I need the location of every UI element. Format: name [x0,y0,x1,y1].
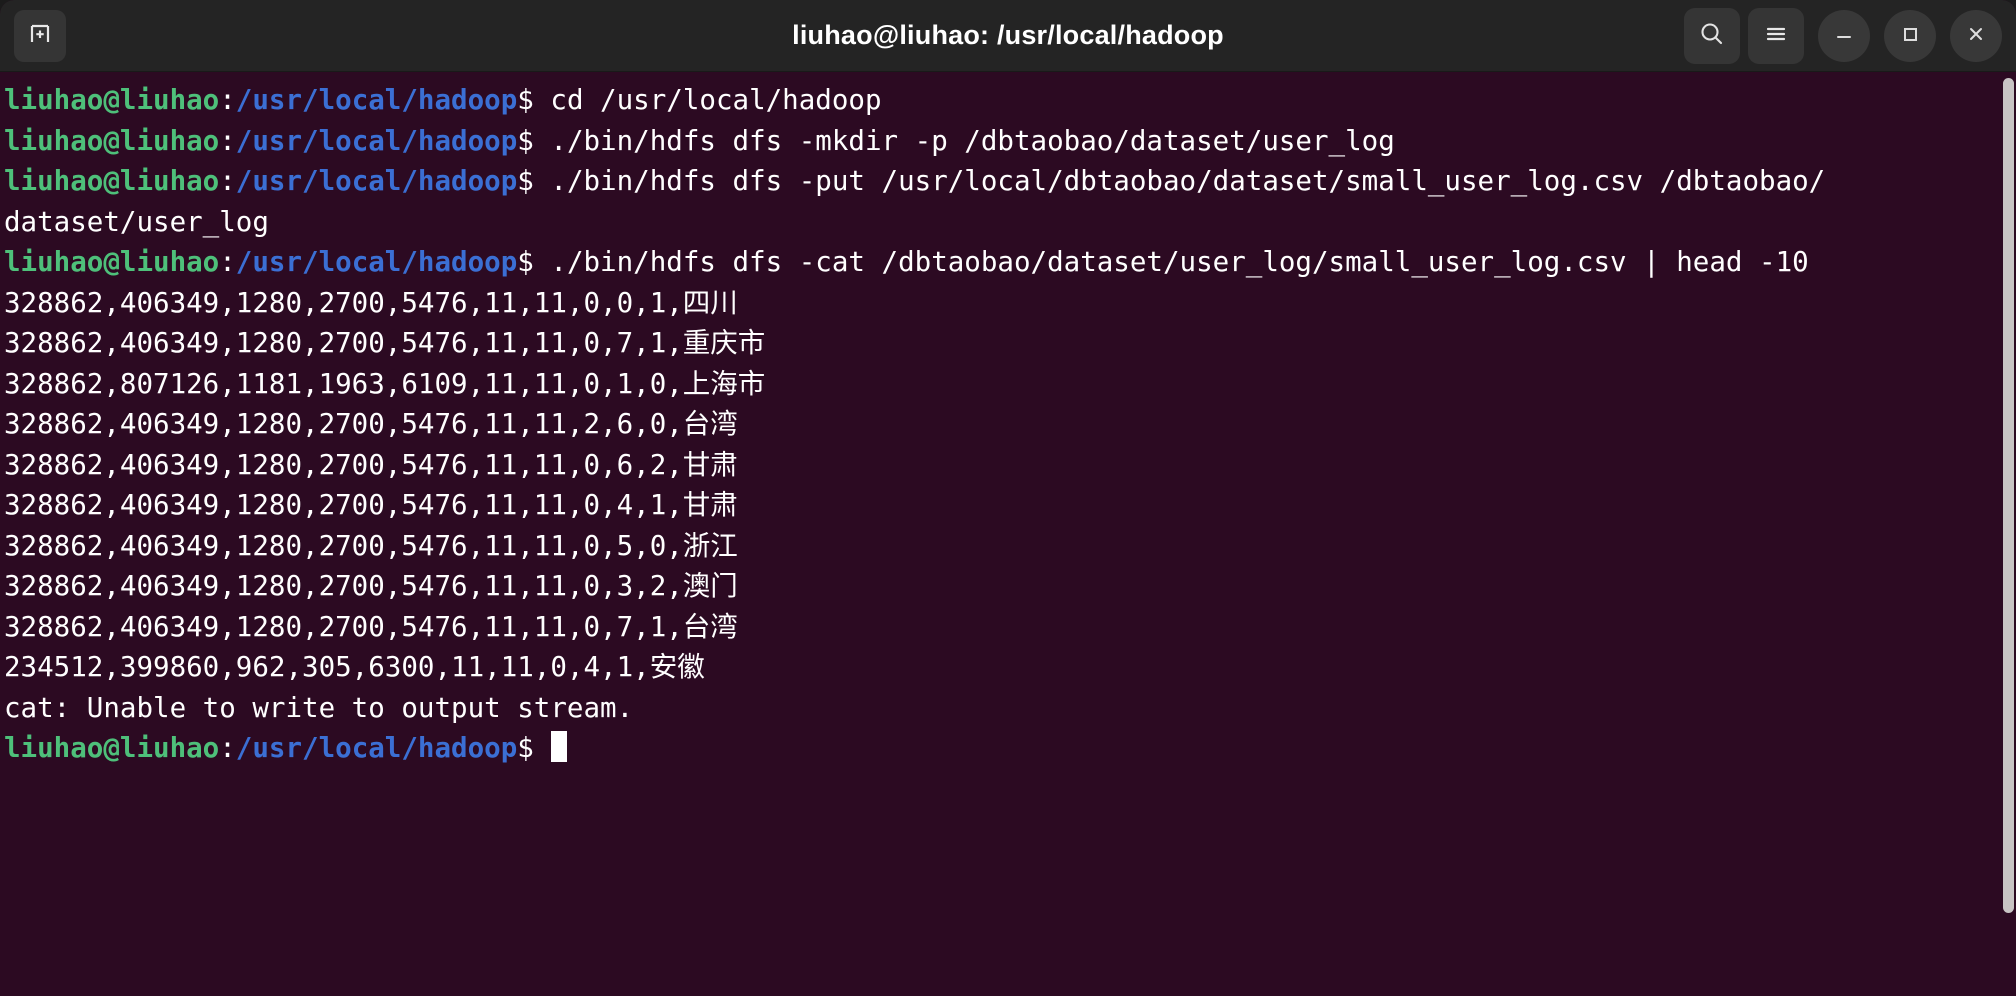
prompt-colon: : [219,165,236,197]
titlebar-controls [1684,7,2002,64]
titlebar: liuhao@liuhao: /usr/local/hadoop [0,0,2016,72]
maximize-button[interactable] [1884,9,1936,62]
vertical-scrollbar[interactable] [2002,72,2016,996]
prompt-user: liuhao@liuhao [4,84,220,116]
output-text: 234512,399860,962,305,6300,11,11,0,4,1,安… [4,651,705,683]
terminal-output-line: cat: Unable to write to output stream. [4,688,2016,729]
prompt-colon: : [219,124,236,157]
search-icon [1697,19,1727,53]
prompt-symbol: $ [517,165,551,197]
close-button[interactable] [1950,9,2002,62]
output-text: 328862,406349,1280,2700,5476,11,11,0,6,2… [4,448,738,481]
command-text: cd /usr/local/hadoop [550,84,882,116]
terminal-output-line: 328862,406349,1280,2700,5476,11,11,0,5,0… [4,526,2016,567]
menu-button[interactable] [1748,7,1804,64]
prompt-user: liuhao@liuhao [4,246,220,278]
output-text: 328862,406349,1280,2700,5476,11,11,0,0,1… [4,286,738,319]
terminal-output-line: 328862,406349,1280,2700,5476,11,11,0,6,2… [4,445,2016,486]
terminal-output-line: dataset/user_log [4,202,2016,243]
minimize-icon [1831,21,1857,51]
terminal-output-line: 328862,406349,1280,2700,5476,11,11,0,3,2… [4,566,2016,607]
terminal-output[interactable]: liuhao@liuhao:/usr/local/hadoop$ cd /usr… [0,72,2016,996]
scrollbar-thumb[interactable] [2003,78,2014,913]
prompt-user: liuhao@liuhao [4,124,220,157]
output-text: dataset/user_log [4,205,269,238]
prompt-symbol: $ [517,246,551,278]
output-text: 328862,406349,1280,2700,5476,11,11,0,4,1… [4,489,738,521]
command-text: ./bin/hdfs dfs -put /usr/local/dbtaobao/… [550,165,1826,197]
terminal-output-line: 328862,406349,1280,2700,5476,11,11,0,7,1… [4,607,2016,648]
prompt-path: /usr/local/hadoop [235,732,518,764]
command-text: ./bin/hdfs dfs -mkdir -p /dbtaobao/datas… [550,124,1395,157]
output-text: cat: Unable to write to output stream. [4,691,634,724]
terminal-output-line: 328862,807126,1181,1963,6109,11,11,0,1,0… [4,364,2016,405]
terminal-prompt-line: liuhao@liuhao:/usr/local/hadoop$ cd /usr… [4,80,2016,121]
terminal-output-line: 328862,406349,1280,2700,5476,11,11,0,0,1… [4,283,2016,324]
search-button[interactable] [1684,7,1740,64]
output-text: 328862,406349,1280,2700,5476,11,11,2,6,0… [4,408,738,440]
command-text: ./bin/hdfs dfs -cat /dbtaobao/dataset/us… [550,246,1809,278]
prompt-user: liuhao@liuhao [4,165,220,197]
new-tab-button[interactable] [14,9,66,62]
terminal-output-line: 328862,406349,1280,2700,5476,11,11,0,4,1… [4,485,2016,526]
terminal-prompt-line: liuhao@liuhao:/usr/local/hadoop$ ./bin/h… [4,242,2016,283]
prompt-symbol: $ [517,732,551,764]
output-text: 328862,807126,1181,1963,6109,11,11,0,1,0… [4,367,766,400]
prompt-path: /usr/local/hadoop [235,124,518,157]
terminal-output-line: 328862,406349,1280,2700,5476,11,11,0,7,1… [4,323,2016,364]
text-cursor [551,731,568,762]
terminal-body[interactable]: liuhao@liuhao:/usr/local/hadoop$ cd /usr… [0,72,2016,996]
prompt-symbol: $ [517,84,551,116]
prompt-user: liuhao@liuhao [4,732,220,764]
maximize-icon [1897,21,1923,51]
terminal-prompt-line: liuhao@liuhao:/usr/local/hadoop$ ./bin/h… [4,121,2016,162]
new-tab-icon [27,21,53,51]
terminal-prompt-line: liuhao@liuhao:/usr/local/hadoop$ [4,728,2016,769]
prompt-colon: : [219,246,236,278]
minimize-button[interactable] [1818,9,1870,62]
output-text: 328862,406349,1280,2700,5476,11,11,0,7,1… [4,327,766,359]
prompt-symbol: $ [517,124,551,157]
prompt-path: /usr/local/hadoop [235,84,518,116]
prompt-path: /usr/local/hadoop [235,246,518,278]
prompt-colon: : [219,732,236,764]
output-text: 328862,406349,1280,2700,5476,11,11,0,3,2… [4,570,738,602]
output-text: 328862,406349,1280,2700,5476,11,11,0,5,0… [4,529,738,562]
close-icon [1963,21,1989,51]
terminal-output-line: 328862,406349,1280,2700,5476,11,11,2,6,0… [4,404,2016,445]
terminal-window: liuhao@liuhao: /usr/local/hadoop liuhao@… [0,0,2016,996]
terminal-output-line: 234512,399860,962,305,6300,11,11,0,4,1,安… [4,647,2016,688]
output-text: 328862,406349,1280,2700,5476,11,11,0,7,1… [4,610,738,643]
prompt-path: /usr/local/hadoop [235,165,518,197]
terminal-prompt-line: liuhao@liuhao:/usr/local/hadoop$ ./bin/h… [4,161,2016,202]
prompt-colon: : [219,84,236,116]
hamburger-menu-icon [1761,19,1791,53]
